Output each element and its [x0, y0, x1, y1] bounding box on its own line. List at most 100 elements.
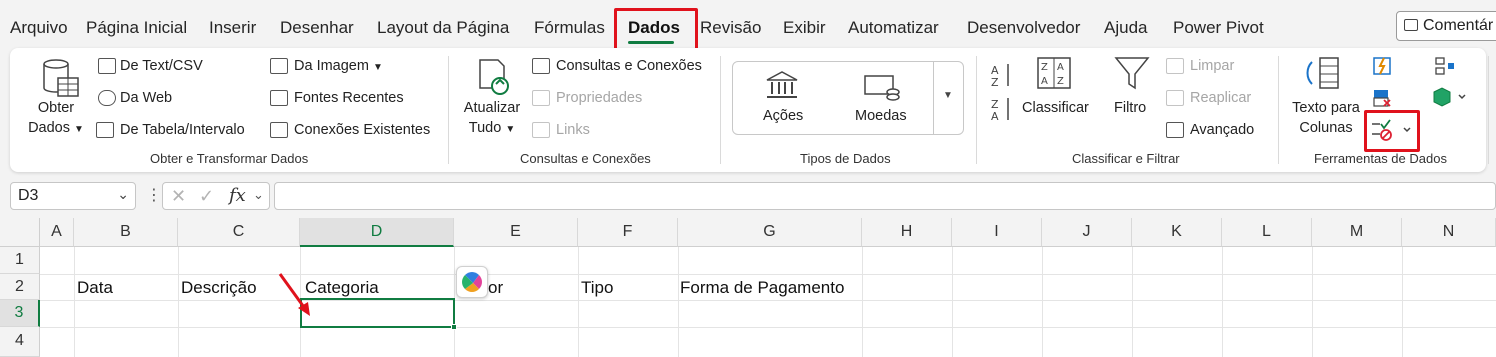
grid-line	[862, 247, 863, 357]
fill-handle[interactable]	[451, 324, 457, 330]
row-header-3[interactable]: 3	[0, 300, 40, 327]
column-header-a[interactable]: A	[40, 218, 74, 247]
text-to-columns-button[interactable]: Texto para Colunas	[1288, 98, 1364, 138]
svg-text:A: A	[991, 110, 999, 123]
cancel-icon[interactable]: ✕	[171, 186, 186, 207]
active-cell-d3[interactable]	[300, 298, 457, 330]
reapply-button[interactable]: Reaplicar	[1190, 90, 1251, 106]
from-web-button[interactable]: Da Web	[120, 90, 172, 106]
tab-formulas[interactable]: Fórmulas	[534, 18, 605, 38]
clear-button[interactable]: Limpar	[1190, 58, 1234, 74]
tab-revisao[interactable]: Revisão	[700, 18, 761, 38]
column-header-l[interactable]: L	[1222, 218, 1312, 247]
properties-icon	[532, 90, 550, 106]
column-header-c[interactable]: C	[178, 218, 300, 247]
from-table-range-button[interactable]: De Tabela/Intervalo	[120, 122, 245, 138]
recent-sources-button[interactable]: Fontes Recentes	[294, 90, 404, 106]
row-header-2[interactable]: 2	[0, 274, 40, 300]
tab-power-pivot[interactable]: Power Pivot	[1173, 18, 1264, 38]
links-button[interactable]: Links	[556, 122, 590, 138]
data-validation-button[interactable]	[1370, 118, 1414, 147]
ribbon-separator	[720, 56, 721, 164]
cell-c2[interactable]: Descrição	[181, 278, 257, 298]
image-icon	[270, 58, 288, 74]
consolidate-icon[interactable]	[1434, 56, 1456, 81]
more-options-icon[interactable]: ⋮	[146, 185, 162, 205]
ribbon: Obter Dados ▼ De Text/CSV Da Web De Tabe…	[10, 48, 1489, 172]
advanced-button[interactable]: Avançado	[1190, 122, 1254, 138]
cell-g2[interactable]: Forma de Pagamento	[680, 278, 844, 298]
tab-desenhar[interactable]: Desenhar	[280, 18, 354, 38]
gallery-more-button[interactable]: ▼	[933, 62, 963, 134]
comment-icon	[1404, 19, 1418, 31]
from-image-button[interactable]: Da Imagem ▼	[294, 58, 383, 74]
flash-fill-icon[interactable]	[1372, 56, 1392, 81]
tab-desenvolvedor[interactable]: Desenvolvedor	[967, 18, 1080, 38]
cell-f2[interactable]: Tipo	[581, 278, 613, 298]
chevron-down-icon: ▼	[505, 124, 516, 135]
column-header-h[interactable]: H	[862, 218, 952, 247]
column-header-n[interactable]: N	[1402, 218, 1496, 247]
column-header-j[interactable]: J	[1042, 218, 1132, 247]
tab-pagina-inicial[interactable]: Página Inicial	[86, 18, 187, 38]
enter-check-icon[interactable]: ✓	[199, 186, 214, 207]
column-header-k[interactable]: K	[1132, 218, 1222, 247]
column-header-b[interactable]: B	[74, 218, 178, 247]
group-label-queries: Consultas e Conexões	[520, 151, 651, 166]
refresh-all-button[interactable]: Atualizar Tudo ▼	[460, 98, 524, 140]
manage-data-model-icon[interactable]	[1432, 86, 1472, 113]
reapply-icon	[1166, 90, 1184, 106]
formula-controls: ✕ ✓ fx ⌄	[162, 182, 270, 210]
tab-dados[interactable]: Dados	[628, 18, 680, 38]
copilot-button[interactable]	[456, 266, 488, 298]
name-box[interactable]: D3 ⌄	[10, 182, 136, 210]
properties-button[interactable]: Propriedades	[556, 90, 642, 106]
tab-inserir[interactable]: Inserir	[209, 18, 256, 38]
tab-exibir[interactable]: Exibir	[783, 18, 826, 38]
clear-filter-icon	[1166, 58, 1184, 74]
column-header-f[interactable]: F	[578, 218, 678, 247]
column-header-m[interactable]: M	[1312, 218, 1402, 247]
insert-function-button[interactable]: fx	[229, 185, 246, 206]
tab-layout-da-pagina[interactable]: Layout da Página	[377, 18, 509, 38]
grid-line	[1042, 247, 1043, 357]
recent-sources-icon	[270, 90, 288, 106]
chevron-down-icon: ⌄	[117, 186, 129, 202]
tab-arquivo[interactable]: Arquivo	[10, 18, 68, 38]
select-all-corner[interactable]	[0, 218, 40, 247]
column-header-g[interactable]: G	[678, 218, 862, 247]
filter-button[interactable]: Filtro	[1114, 100, 1146, 116]
currency-coins-icon	[863, 72, 901, 107]
stocks-button[interactable]: Ações	[763, 108, 803, 124]
existing-connections-button[interactable]: Conexões Existentes	[294, 122, 430, 138]
red-arrow-annotation	[278, 273, 310, 316]
formula-input[interactable]	[274, 182, 1496, 210]
comment-button[interactable]: Comentár	[1396, 11, 1496, 41]
column-header-i[interactable]: I	[952, 218, 1042, 247]
ribbon-separator	[1488, 56, 1489, 164]
grid-line	[1222, 247, 1223, 357]
from-text-csv-button[interactable]: De Text/CSV	[120, 58, 203, 74]
group-label-sort-filter: Classificar e Filtrar	[1072, 151, 1180, 166]
filter-funnel-icon	[1114, 56, 1150, 97]
links-icon	[532, 122, 550, 138]
remove-duplicates-icon[interactable]	[1372, 88, 1392, 113]
cell-d2[interactable]: Categoria	[305, 278, 379, 298]
currencies-button[interactable]: Moedas	[855, 108, 907, 124]
tab-automatizar[interactable]: Automatizar	[848, 18, 939, 38]
table-icon	[96, 122, 114, 138]
cell-b2[interactable]: Data	[77, 278, 113, 298]
sort-button[interactable]: Classificar	[1022, 100, 1089, 116]
column-header-d[interactable]: D	[300, 218, 454, 247]
tab-ajuda[interactable]: Ajuda	[1104, 18, 1147, 38]
grid-line	[74, 247, 75, 357]
column-header-e[interactable]: E	[454, 218, 578, 247]
sort-dialog-icon: Z A A Z	[1036, 56, 1072, 95]
text-file-icon	[98, 58, 116, 74]
row-header-1[interactable]: 1	[0, 247, 40, 274]
cell-e2[interactable]: or	[488, 278, 503, 298]
svg-text:Z: Z	[1041, 62, 1048, 73]
queries-connections-button[interactable]: Consultas e Conexões	[556, 58, 702, 74]
obter-dados-button[interactable]: Obter Dados ▼	[28, 98, 84, 140]
row-header-4[interactable]: 4	[0, 327, 40, 357]
